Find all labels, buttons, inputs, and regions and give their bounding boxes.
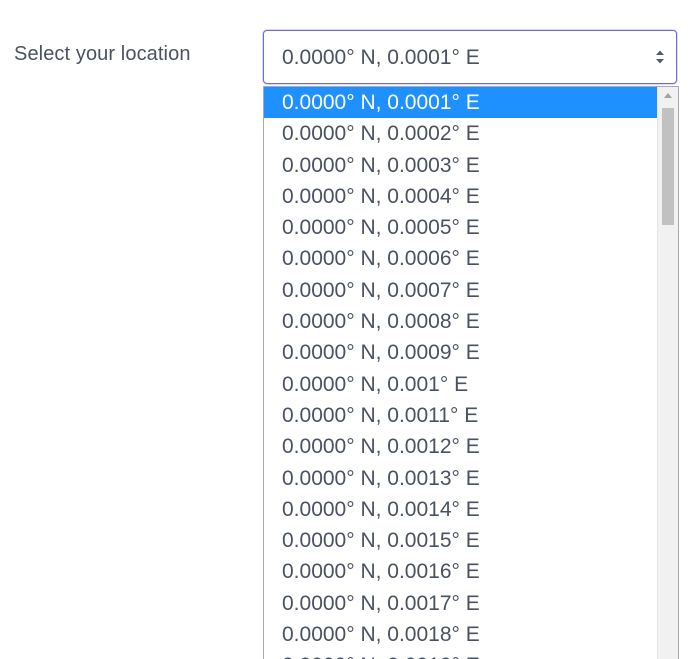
dropdown-option[interactable]: 0.0000° N, 0.0012° E (264, 431, 657, 462)
location-label: Select your location (14, 43, 191, 65)
dropdown-option[interactable]: 0.0000° N, 0.0001° E (264, 87, 657, 119)
dropdown-option[interactable]: 0.0000° N, 0.0009° E (264, 337, 657, 368)
dropdown-option[interactable]: 0.0000° N, 0.0018° E (264, 619, 657, 650)
dropdown-option[interactable]: 0.0000° N, 0.0013° E (264, 463, 657, 494)
scroll-up-arrow-icon[interactable] (658, 87, 678, 105)
select-current-value: 0.0000° N, 0.0001° E (282, 46, 480, 69)
dropdown-option[interactable]: 0.0000° N, 0.0003° E (264, 150, 657, 181)
dropdown-option[interactable]: 0.0000° N, 0.0004° E (264, 181, 657, 212)
up-down-chevron-icon (656, 50, 664, 64)
page: Select your location 0.0000° N, 0.0001° … (0, 0, 700, 659)
dropdown-option[interactable]: 0.0000° N, 0.0008° E (264, 306, 657, 337)
dropdown-option[interactable]: 0.0000° N, 0.0007° E (264, 275, 657, 306)
dropdown-option[interactable]: 0.0000° N, 0.0005° E (264, 212, 657, 243)
dropdown-option[interactable]: 0.0000° N, 0.001° E (264, 369, 657, 400)
dropdown-option[interactable]: 0.0000° N, 0.0016° E (264, 556, 657, 587)
dropdown-option[interactable]: 0.0000° N, 0.0015° E (264, 525, 657, 556)
dropdown-option[interactable]: 0.0000° N, 0.0019° E (264, 650, 657, 659)
location-select[interactable]: 0.0000° N, 0.0001° E (263, 30, 677, 84)
dropdown-option[interactable]: 0.0000° N, 0.0006° E (264, 243, 657, 274)
options-list: 0.0000° N, 0.0001° E 0.0000° N, 0.0002° E… (264, 87, 657, 659)
scrollbar-thumb[interactable] (662, 108, 674, 225)
dropdown-option[interactable]: 0.0000° N, 0.0014° E (264, 494, 657, 525)
dropdown-scrollbar[interactable] (657, 87, 678, 659)
dropdown-option[interactable]: 0.0000° N, 0.0017° E (264, 588, 657, 619)
dropdown-option[interactable]: 0.0000° N, 0.0011° E (264, 400, 657, 431)
location-dropdown-list[interactable]: 0.0000° N, 0.0001° E 0.0000° N, 0.0002° E… (263, 86, 679, 659)
dropdown-option[interactable]: 0.0000° N, 0.0002° E (264, 118, 657, 149)
